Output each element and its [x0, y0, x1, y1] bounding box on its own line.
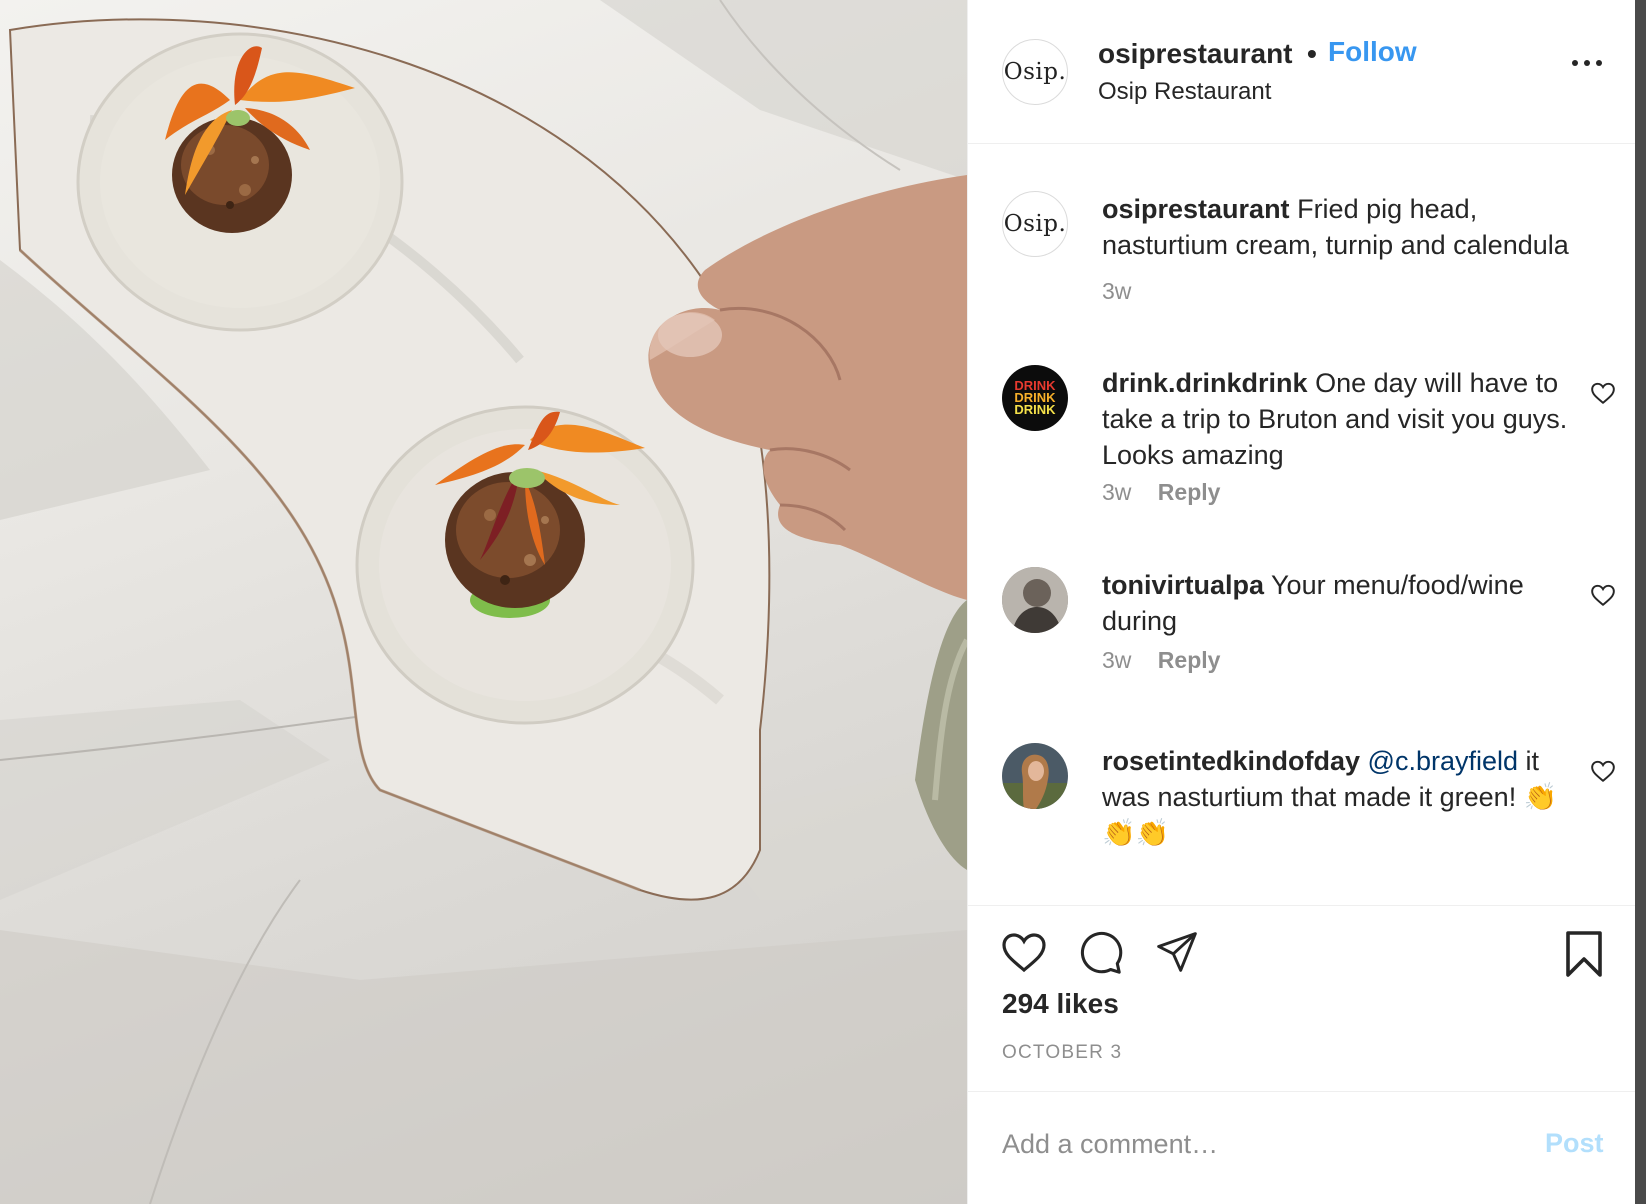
osip-logo: Osip. [1003, 59, 1067, 85]
author-username[interactable]: osiprestaurant [1098, 38, 1293, 70]
like-comment-heart-icon[interactable] [1590, 759, 1616, 783]
post-actions: 294 likes OCTOBER 3 [968, 905, 1636, 1090]
comment-avatar[interactable] [1002, 743, 1068, 809]
comment-username[interactable]: tonivirtualpa [1102, 570, 1264, 600]
post-date[interactable]: OCTOBER 3 [1002, 1042, 1122, 1064]
comment-avatar[interactable]: DRINK DRINK DRINK [1002, 365, 1068, 431]
post-details-panel: Osip. osiprestaurant • Follow Osip Resta… [967, 0, 1636, 1204]
food-photo-illustration [0, 0, 967, 1204]
post-photo [0, 0, 967, 1204]
comment-time[interactable]: 3w [1102, 479, 1131, 505]
share-icon[interactable] [1154, 930, 1200, 974]
add-comment-bar: Post [968, 1091, 1636, 1204]
like-comment-heart-icon[interactable] [1590, 381, 1616, 405]
instagram-post-modal: Osip. osiprestaurant • Follow Osip Resta… [0, 0, 1646, 1204]
caption-meta: 3w [1102, 278, 1131, 305]
drink-logo: DRINK DRINK DRINK [1002, 365, 1068, 431]
comment-time[interactable]: 3w [1102, 647, 1131, 673]
caption-text: osiprestaurant Fried pig head, nasturtiu… [1102, 191, 1572, 263]
comment-text: drink.drinkdrink One day will have to ta… [1102, 365, 1572, 473]
reply-button[interactable]: Reply [1158, 647, 1221, 673]
post-location[interactable]: Osip Restaurant [1098, 78, 1271, 106]
post-comment-button[interactable]: Post [1545, 1128, 1604, 1159]
comments-list: Osip. osiprestaurant Fried pig head, nas… [968, 145, 1636, 905]
comment-username[interactable]: drink.drinkdrink [1102, 368, 1308, 398]
more-options-icon[interactable] [1572, 50, 1608, 74]
post-header: Osip. osiprestaurant • Follow Osip Resta… [968, 0, 1636, 144]
caption-avatar[interactable]: Osip. [1002, 191, 1068, 257]
comment-avatar[interactable] [1002, 567, 1068, 633]
bookmark-icon[interactable] [1564, 930, 1604, 978]
comment-text: rosetintedkindofday @c.brayfield it was … [1102, 743, 1572, 851]
heart-icon[interactable] [1000, 930, 1048, 974]
caption-time[interactable]: 3w [1102, 278, 1131, 304]
separator-dot: • [1307, 38, 1317, 69]
reply-button[interactable]: Reply [1158, 479, 1221, 505]
comment-meta: 3w Reply [1102, 479, 1220, 506]
comment-text: tonivirtualpa Your menu/food/wine during [1102, 567, 1572, 639]
caption-username[interactable]: osiprestaurant [1102, 194, 1290, 224]
comment-meta: 3w Reply [1102, 647, 1220, 674]
user-photo-icon [1002, 743, 1068, 809]
follow-button[interactable]: Follow [1328, 36, 1417, 68]
comment-mention-link[interactable]: @c.brayfield [1368, 746, 1518, 776]
comment-icon[interactable] [1078, 930, 1124, 976]
comment-username[interactable]: rosetintedkindofday [1102, 746, 1360, 776]
author-avatar[interactable]: Osip. [1002, 39, 1068, 105]
background-edge [1635, 0, 1646, 1204]
comment-input[interactable] [1002, 1114, 1522, 1174]
user-photo-icon [1002, 567, 1068, 633]
like-comment-heart-icon[interactable] [1590, 583, 1616, 607]
osip-logo: Osip. [1003, 211, 1067, 237]
likes-count[interactable]: 294 likes [1002, 988, 1119, 1020]
